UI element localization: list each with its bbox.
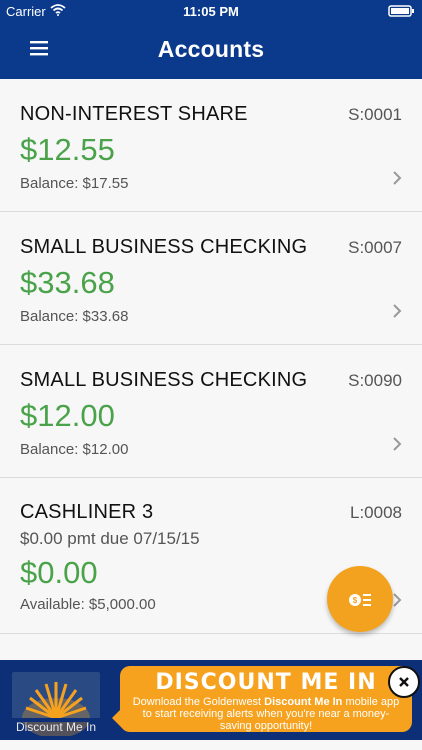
payment-due-text: $0.00 pmt due 07/15/15 [20,529,200,548]
account-balance: Balance: $12.00 [20,441,129,458]
status-bar: Carrier 11:05 PM [0,0,422,22]
chevron-right-icon [392,592,402,608]
account-amount: $33.68 [20,265,115,300]
close-ad-button[interactable] [388,666,420,698]
account-card[interactable]: SMALL BUSINESS CHECKING S:0007 $33.68 Ba… [0,212,422,345]
account-card[interactable]: NON-INTEREST SHARE S:0001 $12.55 Balance… [0,79,422,212]
ad-message[interactable]: DISCOUNT ME IN Download the Goldenwest D… [112,666,412,732]
nav-bar: Accounts [0,22,422,79]
ad-banner[interactable]: Discount Me In DISCOUNT ME IN Download t… [0,660,422,740]
account-code: S:0007 [348,238,402,257]
svg-text:$: $ [353,596,358,605]
ad-body: Download the Goldenwest Discount Me In m… [128,696,404,732]
chevron-right-icon [392,436,402,452]
page-title: Accounts [157,36,265,62]
account-amount: $0.00 [20,555,98,590]
transfer-funds-button[interactable]: $ [327,566,393,632]
status-time: 11:05 PM [183,4,239,19]
account-amount: $12.00 [20,398,115,433]
ad-body-app-name: Discount Me In [264,696,343,708]
account-code: S:0001 [348,105,402,124]
account-name: CASHLINER 3 [20,501,154,523]
money-transfer-icon: $ [349,594,371,606]
account-name: SMALL BUSINESS CHECKING [20,369,308,391]
bottom-strip [0,740,422,750]
ad-logo-text: Discount Me In [15,720,97,734]
account-name: SMALL BUSINESS CHECKING [20,236,308,258]
account-balance: Balance: $33.68 [20,308,129,325]
chevron-right-icon [392,303,402,319]
account-card[interactable]: SMALL BUSINESS CHECKING S:0090 $12.00 Ba… [0,345,422,478]
account-name: NON-INTEREST SHARE [20,103,248,125]
ad-headline: DISCOUNT ME IN [155,670,377,695]
close-icon [399,677,409,687]
battery-icon [388,5,416,20]
account-balance: Balance: $17.55 [20,175,129,192]
account-code: S:0090 [348,371,402,390]
chevron-right-icon [392,170,402,186]
account-available: Available: $5,000.00 [20,596,156,613]
account-code: L:0008 [350,503,402,522]
ad-body-text: Download the Goldenwest [132,696,265,708]
account-amount: $12.55 [20,132,115,167]
header: Carrier 11:05 PM Accounts [0,0,422,79]
